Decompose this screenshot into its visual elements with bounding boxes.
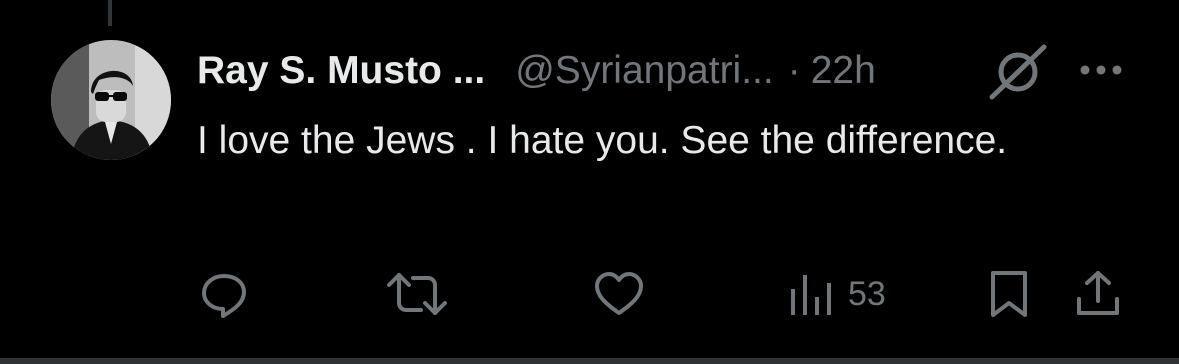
tweet-divider	[0, 358, 1179, 364]
author-handle[interactable]: @Syrianpatri...	[515, 49, 774, 93]
views-button[interactable]: 53	[786, 266, 886, 322]
like-button[interactable]	[592, 266, 646, 322]
grok-icon[interactable]	[988, 43, 1048, 101]
views-icon	[791, 275, 831, 315]
timestamp[interactable]: 22h	[811, 49, 876, 93]
retweet-icon	[387, 273, 447, 315]
bookmark-button[interactable]	[984, 266, 1034, 322]
share-icon	[1077, 271, 1119, 315]
reply-button[interactable]	[197, 266, 251, 322]
tweet-text: I love the Jews . I hate you. See the di…	[197, 119, 1008, 162]
share-button[interactable]	[1073, 266, 1123, 322]
more-icon[interactable]	[1077, 60, 1125, 80]
views-count: 53	[848, 274, 886, 313]
reply-icon	[202, 274, 246, 318]
bookmark-icon	[991, 271, 1027, 317]
thread-connector-line	[108, 0, 112, 26]
separator-dot: ·	[787, 49, 801, 92]
author-name[interactable]: Ray S. Musto ...	[197, 49, 485, 93]
avatar-photo	[51, 40, 171, 160]
tweet-header: Ray S. Musto ... @Syrianpatri... · 22h	[197, 44, 876, 98]
avatar[interactable]	[51, 40, 171, 160]
heart-icon	[595, 272, 643, 315]
retweet-button[interactable]	[385, 266, 449, 322]
